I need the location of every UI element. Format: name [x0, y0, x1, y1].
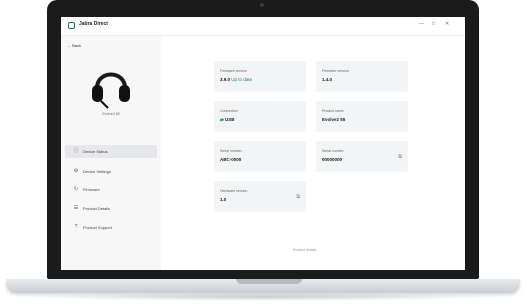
sidebar-item-device-status[interactable]: ⓘ Device Status	[65, 145, 157, 158]
info-card: Product name Evolve2 65	[316, 101, 408, 132]
info-card: Connection ⇄ USB	[214, 101, 306, 132]
card-value: Evolve2 65	[322, 117, 346, 122]
close-icon[interactable]: ✕	[445, 21, 449, 27]
firmware-icon: ↻	[73, 186, 79, 192]
card-value: 3.9.0 Up to date	[220, 77, 253, 82]
info-icon: ⓘ	[73, 148, 79, 154]
copy-icon[interactable]: ⧉	[296, 194, 300, 200]
sidebar-item-label: Device Status	[83, 149, 108, 154]
card-value: 1.0	[220, 197, 227, 202]
info-card: Serial number ABC-0000	[214, 141, 306, 172]
app-logo-icon	[68, 22, 75, 29]
laptop-base	[6, 279, 520, 293]
card-label: Serial number	[322, 149, 344, 153]
sidebar-item-label: Device Settings	[83, 169, 111, 174]
laptop-shadow	[20, 293, 506, 301]
sidebar-item-label: Product Support	[83, 225, 112, 230]
card-label: Firmware version	[220, 69, 247, 73]
laptop-notch	[236, 279, 302, 284]
title-bar: Jabra Direct — □ ✕	[61, 17, 465, 36]
sidebar-item-product-details[interactable]: ☰ Product Details	[65, 202, 157, 215]
maximize-icon[interactable]: □	[432, 21, 435, 27]
card-value: 00000000	[322, 157, 343, 162]
minimize-icon[interactable]: —	[419, 21, 424, 27]
card-label: Serial number	[220, 149, 242, 153]
info-card: Firmware version 3.9.0 Up to date	[214, 61, 306, 92]
info-card: Serial number 00000000 ⧉	[316, 141, 408, 172]
settings-icon: ⚙	[73, 168, 79, 174]
sidebar-item-label: Firmware	[83, 187, 100, 192]
back-label: Back	[72, 43, 82, 48]
footer-link[interactable]: Product details	[293, 248, 316, 252]
sidebar-item-product-support[interactable]: ? Product Support	[65, 221, 157, 234]
card-value: ABC-0000	[220, 157, 242, 162]
card-label: Connection	[220, 109, 238, 113]
card-value: ⇄ USB	[220, 117, 235, 122]
copy-icon[interactable]: ⧉	[398, 154, 402, 160]
info-card: Hardware version 1.0 ⧉	[214, 181, 306, 212]
webcam	[260, 3, 264, 7]
back-button[interactable]: ← Back	[67, 43, 81, 48]
details-icon: ☰	[73, 205, 79, 211]
support-icon: ?	[74, 224, 78, 230]
card-label: Product name	[322, 109, 344, 113]
info-card: Firmware version 1.4.0	[316, 61, 408, 92]
device-name: Evolve2 65	[102, 112, 120, 116]
card-value: 1.4.0	[322, 77, 333, 82]
sidebar-item-label: Product Details	[83, 206, 111, 211]
sidebar-item-device-settings[interactable]: ⚙ Device Settings	[65, 165, 157, 178]
sidebar: ← Back Evolve2 65 ⓘ Device Status ⚙ Devi…	[61, 36, 161, 270]
headset-image	[89, 62, 133, 110]
headset-icon	[92, 72, 130, 109]
app-window: Jabra Direct — □ ✕ ← Back Evolve2 65 ⓘ D…	[61, 17, 465, 270]
sidebar-item-firmware[interactable]: ↻ Firmware	[65, 183, 157, 196]
app-title: Jabra Direct	[79, 21, 108, 27]
card-label: Firmware version	[322, 69, 349, 73]
status-text: Up to date	[231, 77, 253, 82]
card-label: Hardware version	[220, 189, 248, 193]
